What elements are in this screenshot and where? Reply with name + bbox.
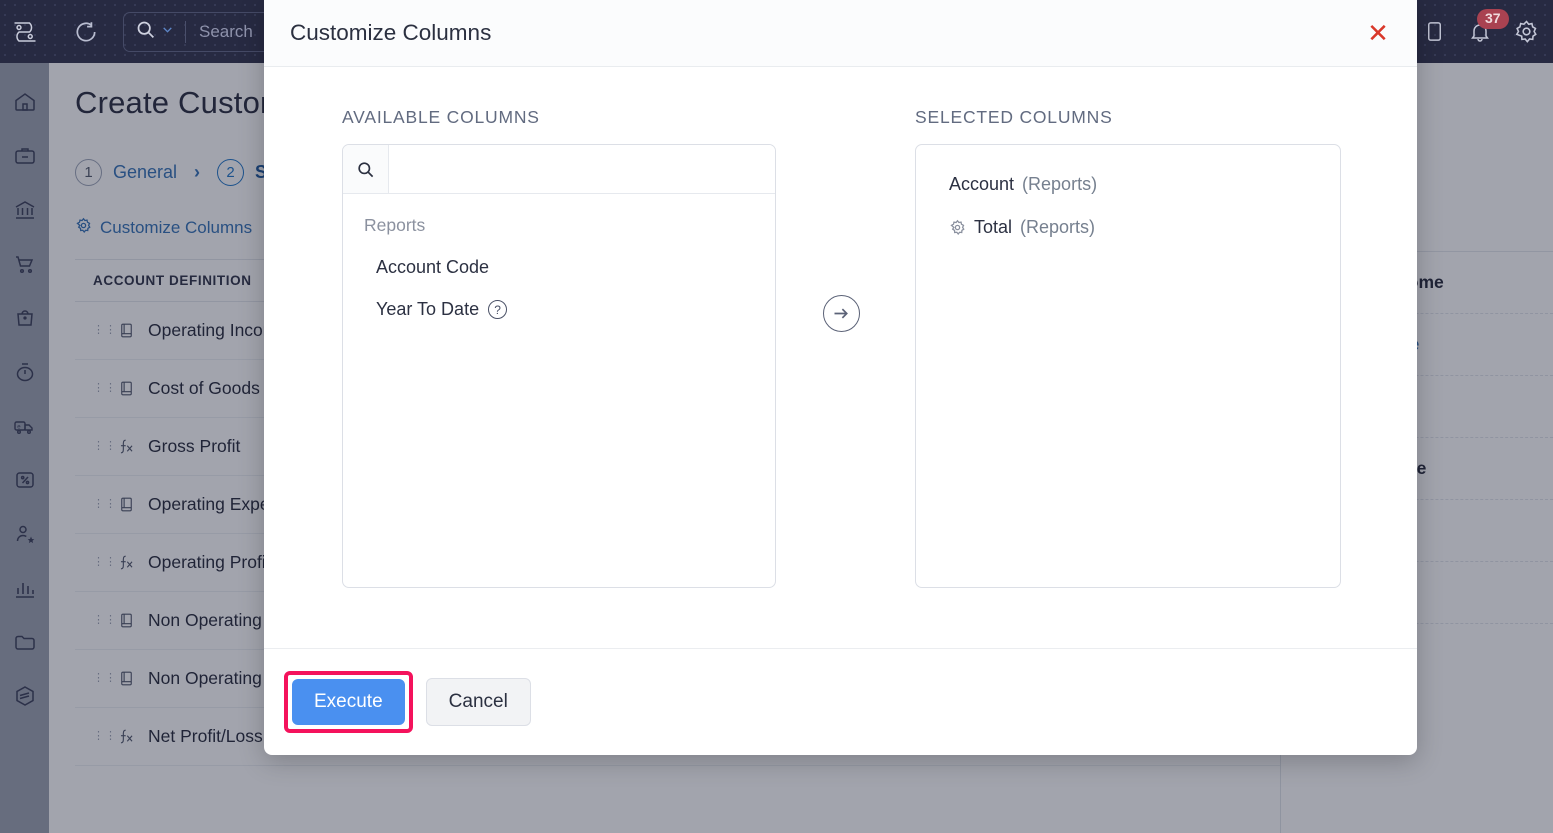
available-search-input[interactable] bbox=[389, 145, 775, 193]
refresh-icon[interactable] bbox=[71, 17, 101, 47]
selected-item-total[interactable]: Total (Reports) bbox=[916, 206, 1340, 249]
available-item-account-code[interactable]: Account Code bbox=[343, 236, 775, 278]
selected-item-source: (Reports) bbox=[1022, 174, 1097, 195]
dialog-title: Customize Columns bbox=[290, 20, 1363, 46]
dialog-footer: Execute Cancel bbox=[264, 648, 1417, 755]
available-columns-heading: AVAILABLE COLUMNS bbox=[342, 107, 776, 128]
bell-icon[interactable]: 37 bbox=[1468, 20, 1492, 44]
available-item-label: Year To Date bbox=[376, 299, 479, 320]
move-column-area bbox=[776, 107, 907, 648]
dialog-body: AVAILABLE COLUMNS Reports Account Code Y… bbox=[264, 67, 1417, 648]
available-group-label: Reports bbox=[343, 194, 775, 236]
customize-columns-dialog: Customize Columns ✕ AVAILABLE COLUMNS Re… bbox=[264, 0, 1417, 755]
search-scope-dropdown[interactable] bbox=[124, 19, 185, 45]
arrow-right-circle-icon[interactable] bbox=[823, 295, 860, 332]
selected-item-label: Total bbox=[974, 217, 1012, 238]
available-search-row bbox=[343, 145, 775, 194]
brand-logo-icon[interactable] bbox=[0, 0, 49, 63]
selected-item-source: (Reports) bbox=[1020, 217, 1095, 238]
selected-item-account[interactable]: Account (Reports) bbox=[916, 163, 1340, 206]
gear-icon[interactable] bbox=[1514, 19, 1539, 44]
execute-button[interactable]: Execute bbox=[292, 679, 405, 725]
search-icon bbox=[135, 19, 156, 45]
gear-icon[interactable] bbox=[949, 219, 966, 236]
available-item-year-to-date[interactable]: Year To Date ? bbox=[343, 278, 775, 320]
global-search-input[interactable]: Search bbox=[186, 22, 253, 42]
selected-columns-section: SELECTED COLUMNS Account (Reports) Total… bbox=[907, 107, 1341, 648]
top-bar-actions: 37 bbox=[1423, 0, 1539, 63]
available-item-label: Account Code bbox=[376, 257, 489, 278]
execute-button-highlight: Execute bbox=[284, 671, 413, 733]
search-icon[interactable] bbox=[343, 145, 389, 193]
selected-item-label: Account bbox=[949, 174, 1014, 195]
chevron-down-icon bbox=[161, 23, 174, 41]
selected-columns-heading: SELECTED COLUMNS bbox=[915, 107, 1341, 128]
selected-columns-listbox: Account (Reports) Total (Reports) bbox=[915, 144, 1341, 588]
apps-icon[interactable] bbox=[1423, 20, 1446, 43]
dialog-header: Customize Columns ✕ bbox=[264, 0, 1417, 67]
notification-badge: 37 bbox=[1477, 9, 1509, 30]
available-columns-section: AVAILABLE COLUMNS Reports Account Code Y… bbox=[342, 107, 776, 648]
question-circle-icon[interactable]: ? bbox=[488, 300, 507, 319]
available-columns-listbox: Reports Account Code Year To Date ? bbox=[342, 144, 776, 588]
close-icon[interactable]: ✕ bbox=[1363, 18, 1393, 48]
cancel-button[interactable]: Cancel bbox=[426, 678, 531, 726]
